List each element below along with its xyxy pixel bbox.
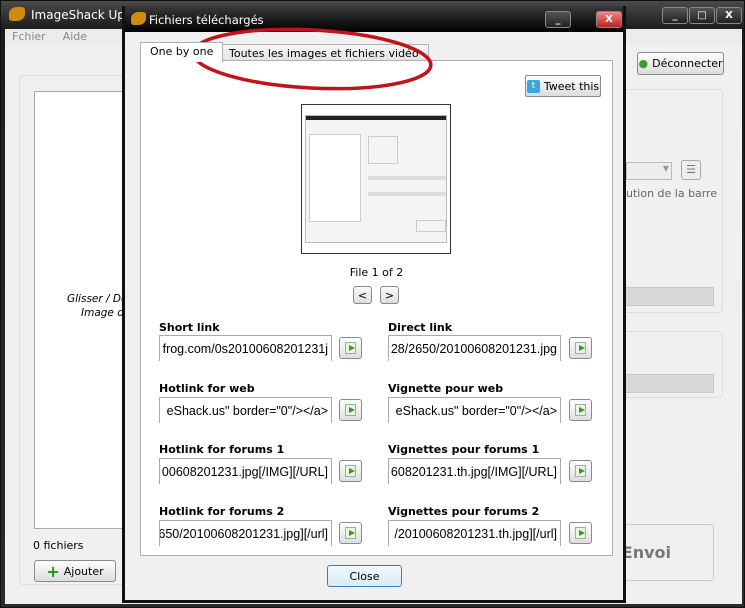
- close-window-button[interactable]: X: [716, 7, 742, 24]
- tab-one-by-one[interactable]: One by one: [140, 42, 224, 62]
- list-icon[interactable]: ☰: [681, 160, 701, 180]
- plus-icon: +: [46, 561, 60, 581]
- short-link-field[interactable]: frog.com/0s20100608201231j: [159, 335, 332, 361]
- thumb-web-field[interactable]: eShack.us" border="0"/></a>: [388, 397, 561, 423]
- field-label: Hotlink for forums 2: [159, 505, 285, 518]
- copy-icon: [345, 342, 356, 354]
- copy-icon: [345, 527, 356, 539]
- drop-hint-2: Image o: [81, 307, 124, 319]
- direct-link-field[interactable]: 28/2650/20100608201231.jpg: [388, 335, 561, 361]
- copy-button[interactable]: [339, 522, 362, 544]
- field-label: Short link: [159, 321, 220, 334]
- field-label: Vignettes pour forums 1: [388, 443, 540, 456]
- copy-button[interactable]: [339, 460, 362, 482]
- field-label: Vignettes pour forums 2: [388, 505, 540, 518]
- thumb-forums2-field[interactable]: /20100608201231.th.jpg][/url]: [388, 520, 561, 546]
- dialog-title: Fichiers téléchargés: [149, 13, 264, 27]
- field-label: Vignette pour web: [388, 382, 504, 395]
- dialog-close-button[interactable]: X: [596, 11, 622, 28]
- copy-button[interactable]: [569, 337, 592, 359]
- copy-button[interactable]: [339, 399, 362, 421]
- size-dropdown[interactable]: ▼: [626, 162, 672, 180]
- dialog-title-bar: Fichiers téléchargés _ X: [125, 6, 623, 32]
- menu-file[interactable]: Fchier: [12, 30, 46, 43]
- add-button[interactable]: + Ajouter: [34, 560, 116, 582]
- field-label: Direct link: [388, 321, 453, 334]
- twitter-icon: t: [526, 79, 540, 93]
- minimize-button[interactable]: _: [662, 7, 688, 24]
- copy-icon: [575, 465, 586, 477]
- tweet-label: Tweet this: [543, 79, 600, 93]
- field-label: Hotlink for forums 1: [159, 443, 285, 456]
- next-button[interactable]: >: [380, 286, 399, 304]
- thumb-forums1-field[interactable]: 608201231.th.jpg[/IMG][/URL]: [388, 458, 561, 484]
- file-count: 0 fichiers: [33, 539, 84, 552]
- user-icon: ●: [638, 57, 649, 70]
- file-indicator: File 1 of 2: [349, 266, 404, 279]
- logout-button[interactable]: ● Déconnecter: [637, 52, 724, 75]
- logout-label: Déconnecter: [652, 57, 723, 70]
- maximize-button[interactable]: □: [689, 7, 715, 24]
- frog-logo-icon: [9, 7, 25, 21]
- bar-label: ution de la barre: [626, 187, 718, 200]
- menu-help[interactable]: Aide: [63, 30, 87, 43]
- prev-button[interactable]: <: [353, 286, 372, 304]
- tab-panel: t Tweet this File 1 of 2 < > Short link f…: [140, 60, 613, 556]
- add-label: Ajouter: [63, 564, 104, 578]
- hotlink-forums1-field[interactable]: 00608201231.jpg[/IMG][/URL]: [159, 458, 332, 484]
- uploaded-files-dialog: Fichiers téléchargés _ X One by one Tout…: [122, 6, 626, 603]
- copy-icon: [345, 465, 356, 477]
- copy-button[interactable]: [569, 522, 592, 544]
- copy-icon: [575, 342, 586, 354]
- hotlink-web-field[interactable]: eShack.us" border="0"/></a>: [159, 397, 332, 423]
- copy-button[interactable]: [569, 460, 592, 482]
- copy-icon: [575, 404, 586, 416]
- hotlink-forums2-field[interactable]: 650/20100608201231.jpg][/url]: [159, 520, 332, 546]
- copy-icon: [345, 404, 356, 416]
- frog-logo-icon: [131, 12, 146, 25]
- drop-zone[interactable]: Glisser / Dép Image o: [34, 91, 134, 529]
- close-button[interactable]: Close: [327, 565, 402, 587]
- field-label: Hotlink for web: [159, 382, 255, 395]
- copy-button[interactable]: [339, 337, 362, 359]
- dialog-minimize-button[interactable]: _: [545, 11, 571, 28]
- copy-button[interactable]: [569, 399, 592, 421]
- copy-icon: [575, 527, 586, 539]
- image-preview[interactable]: [301, 104, 451, 254]
- tweet-button[interactable]: t Tweet this: [525, 75, 601, 97]
